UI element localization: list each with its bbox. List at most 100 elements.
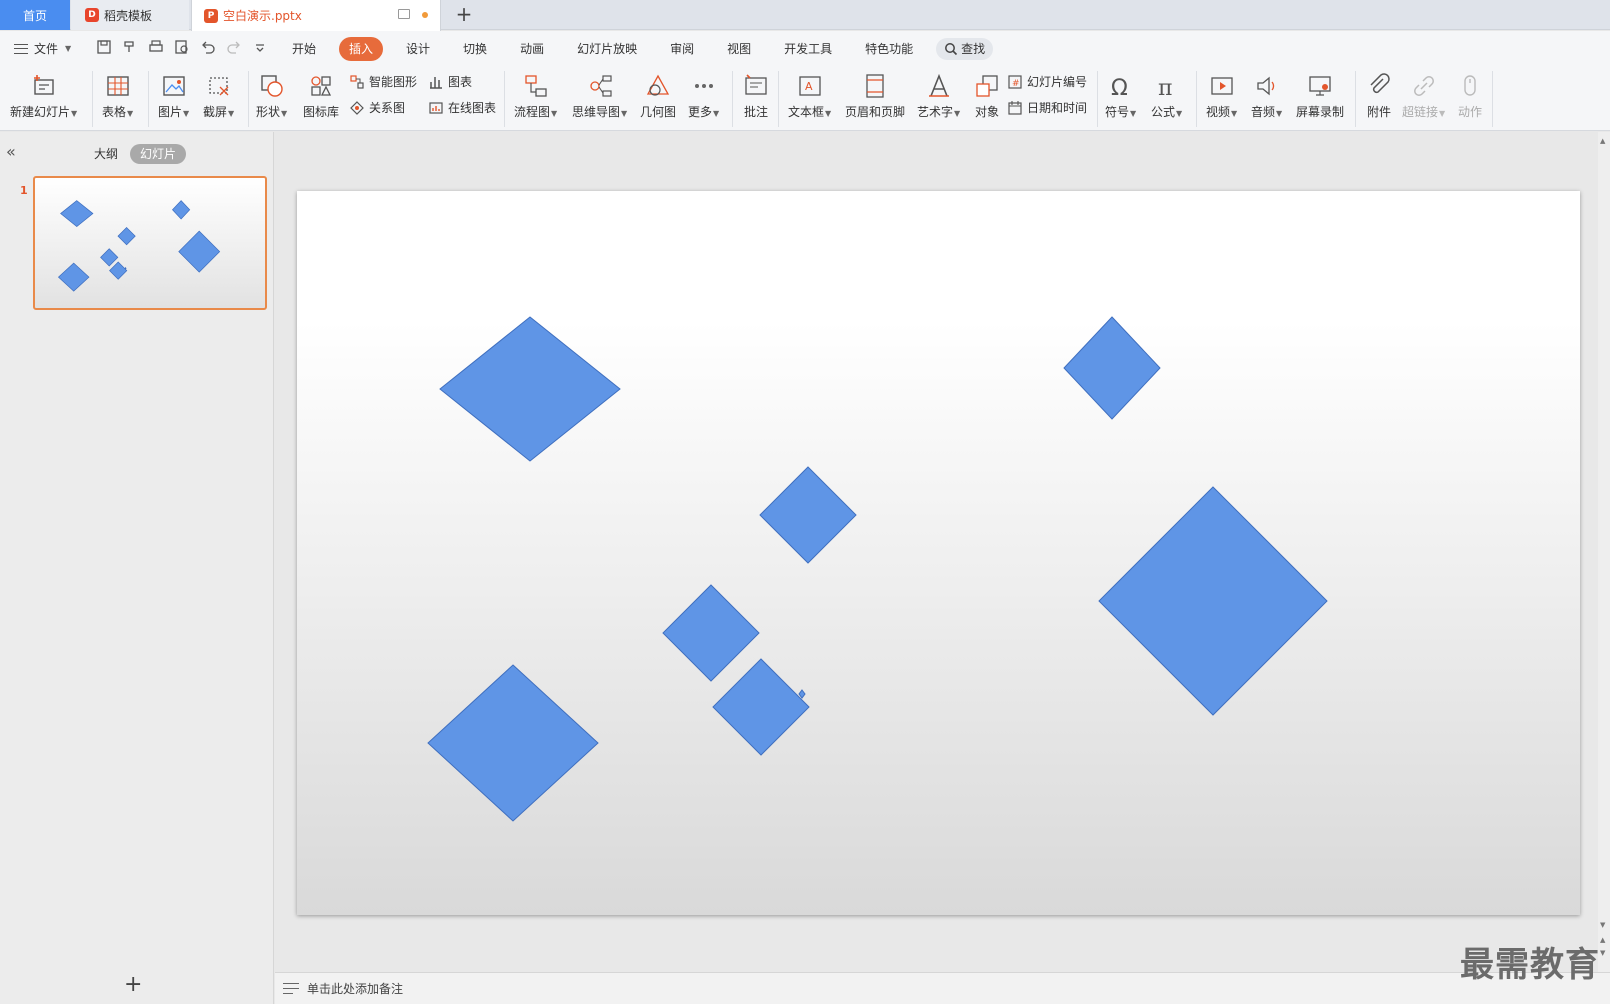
tab-view[interactable]: 视图 xyxy=(717,37,761,61)
shape-button[interactable]: 形状▼ xyxy=(256,71,287,120)
slide-number-button[interactable]: # 幻灯片编号 xyxy=(1007,73,1087,90)
diamond-shape[interactable] xyxy=(798,689,806,699)
formula-button[interactable]: π 公式▼ xyxy=(1151,71,1182,120)
tab-insert[interactable]: 插入 xyxy=(339,37,384,61)
tab-developer[interactable]: 开发工具 xyxy=(774,37,842,61)
icon-library-icon xyxy=(311,76,332,96)
picture-label: 图片 xyxy=(158,105,183,119)
audio-label: 音频 xyxy=(1251,105,1276,119)
icon-library-button[interactable]: 图标库 xyxy=(303,71,339,120)
pi-icon: π xyxy=(1158,76,1172,100)
new-tab-button[interactable]: + xyxy=(452,3,476,27)
mindmap-button[interactable]: 思维导图▼ xyxy=(572,71,627,120)
mindmap-label: 思维导图 xyxy=(572,105,621,119)
screenshot-button[interactable]: 截屏▼ xyxy=(203,71,234,120)
page-down-icon[interactable]: ▼ xyxy=(1600,950,1608,957)
diamond-shape[interactable] xyxy=(427,664,599,822)
smart-art-button[interactable]: 智能图形 xyxy=(349,73,417,90)
svg-text:#: # xyxy=(1012,79,1020,89)
table-icon xyxy=(106,76,129,96)
textbox-button[interactable]: A 文本框▼ xyxy=(788,71,831,120)
tab-document[interactable]: P 空白演示.pptx xyxy=(191,0,441,31)
header-footer-label: 页眉和页脚 xyxy=(845,105,906,119)
save-icon[interactable] xyxy=(96,39,112,55)
tab-template[interactable]: D 稻壳模板 xyxy=(71,0,189,30)
video-button[interactable]: 视频▼ xyxy=(1206,71,1237,120)
geometry-button[interactable]: 几何图 xyxy=(640,71,676,120)
monitor-icon[interactable] xyxy=(398,9,410,19)
file-menu-button[interactable]: 文件 ▼ xyxy=(14,40,71,57)
ribbon-separator xyxy=(148,71,149,127)
diamond-shape[interactable] xyxy=(439,316,621,462)
tab-design[interactable]: 设计 xyxy=(396,37,440,61)
search-button[interactable]: 查找 xyxy=(936,38,994,60)
mindmap-icon xyxy=(589,75,612,97)
tab-review[interactable]: 审阅 xyxy=(660,37,704,61)
wordart-label: 艺术字 xyxy=(917,105,954,119)
slide-panel: « 大纲 幻灯片 1 + xyxy=(0,132,274,1004)
textbox-label: 文本框 xyxy=(788,105,825,119)
tab-template-label: 稻壳模板 xyxy=(104,8,153,23)
picture-icon xyxy=(162,76,185,96)
tab-slides[interactable]: 幻灯片 xyxy=(130,144,187,164)
tab-animation[interactable]: 动画 xyxy=(510,37,554,61)
paperclip-icon xyxy=(1370,73,1390,94)
slide-thumbnail[interactable] xyxy=(33,176,267,310)
slide[interactable] xyxy=(297,191,1580,915)
screen-record-icon xyxy=(1309,76,1331,96)
action-button[interactable]: 动作 xyxy=(1456,71,1484,120)
diamond-shape xyxy=(117,227,136,246)
tab-special-features[interactable]: 特色功能 xyxy=(855,37,923,61)
print-preview-icon[interactable] xyxy=(174,39,190,55)
search-label: 查找 xyxy=(961,42,986,56)
symbol-button[interactable]: Ω 符号▼ xyxy=(1105,71,1136,120)
comment-label: 批注 xyxy=(743,105,768,119)
notes-bar[interactable]: 单击此处添加备注 xyxy=(275,972,1610,1004)
tab-start[interactable]: 开始 xyxy=(282,37,326,61)
redo-icon[interactable] xyxy=(226,39,242,55)
flowchart-button[interactable]: 流程图▼ xyxy=(514,71,557,120)
scroll-down-icon[interactable]: ▼ xyxy=(1600,922,1608,929)
diamond-shape[interactable] xyxy=(1098,486,1328,716)
datetime-button[interactable]: 日期和时间 xyxy=(1007,99,1087,116)
comment-button[interactable]: 批注 xyxy=(742,71,770,120)
audio-button[interactable]: 音频▼ xyxy=(1251,71,1282,120)
hyperlink-button[interactable]: 超链接▼ xyxy=(1402,71,1445,120)
comment-icon xyxy=(745,74,767,95)
symbol-label: 符号 xyxy=(1105,105,1130,119)
attachment-button[interactable]: 附件 xyxy=(1365,71,1393,120)
new-slide-button[interactable]: 新建幻灯片▼ xyxy=(10,71,77,120)
tab-slideshow[interactable]: 幻灯片放映 xyxy=(567,37,647,61)
format-painter-icon[interactable] xyxy=(122,39,138,55)
screen-record-label: 屏幕录制 xyxy=(1296,105,1345,119)
relation-chart-icon xyxy=(350,100,364,115)
more-button[interactable]: 更多▼ xyxy=(688,71,719,120)
picture-button[interactable]: 图片▼ xyxy=(158,71,189,120)
tab-outline[interactable]: 大纲 xyxy=(84,144,128,164)
scroll-up-icon[interactable]: ▲ xyxy=(1600,138,1608,145)
diamond-shape[interactable] xyxy=(662,584,760,682)
ribbon-separator xyxy=(732,71,733,127)
table-button[interactable]: 表格▼ xyxy=(102,71,133,120)
collapse-panel-icon[interactable]: « xyxy=(6,142,16,161)
ribbon-separator xyxy=(1492,71,1493,127)
relation-chart-button[interactable]: 关系图 xyxy=(349,99,405,116)
diamond-shape[interactable] xyxy=(712,658,810,756)
customize-toolbar-icon[interactable] xyxy=(252,39,268,55)
online-chart-button[interactable]: 在线图表 xyxy=(428,99,496,116)
screen-record-button[interactable]: 屏幕录制 xyxy=(1296,71,1344,120)
wordart-button[interactable]: 艺术字▼ xyxy=(917,71,960,120)
tab-home[interactable]: 首页 xyxy=(0,0,70,30)
print-icon[interactable] xyxy=(148,39,164,55)
diamond-shape[interactable] xyxy=(759,466,857,564)
page-up-icon[interactable]: ▲ xyxy=(1600,937,1608,944)
undo-icon[interactable] xyxy=(200,39,216,55)
add-slide-button[interactable]: + xyxy=(124,972,142,997)
header-footer-button[interactable]: 页眉和页脚 xyxy=(845,71,905,120)
vertical-scrollbar[interactable]: ▲ ▼ ▲ ▼ xyxy=(1598,132,1610,972)
diamond-shape[interactable] xyxy=(1063,316,1161,420)
tab-transition[interactable]: 切换 xyxy=(453,37,497,61)
chart-button[interactable]: 图表 xyxy=(428,73,472,90)
calendar-icon xyxy=(1008,100,1022,115)
object-button[interactable]: 对象 xyxy=(973,71,1001,120)
